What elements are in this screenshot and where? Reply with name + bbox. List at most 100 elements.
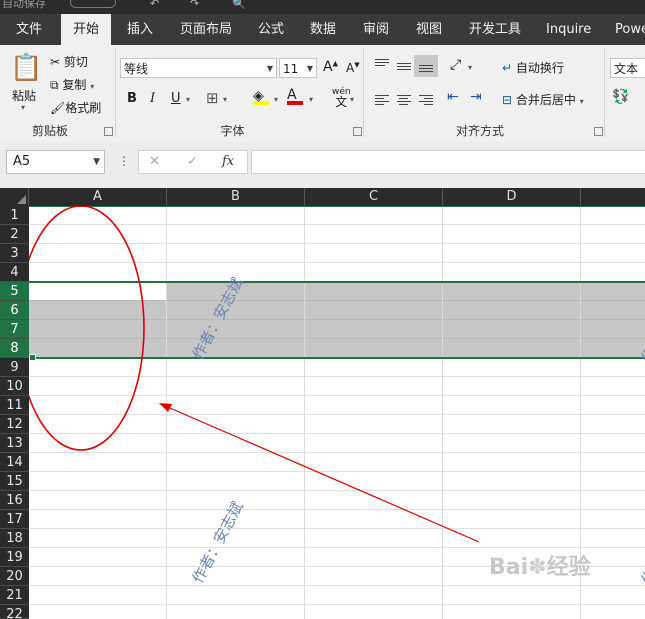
currency-icon[interactable]: 💱	[612, 89, 629, 105]
tab-formulas[interactable]: 公式	[258, 14, 284, 45]
cancel-icon[interactable]: ✕	[149, 154, 160, 169]
tab-review[interactable]: 审阅	[363, 14, 389, 45]
redo-icon[interactable]: ↷	[190, 0, 199, 10]
orientation-icon[interactable]: ⤢	[450, 57, 461, 73]
column-header-c[interactable]: C	[305, 188, 443, 206]
number-format-select[interactable]: 文本	[610, 58, 645, 78]
column-header-a[interactable]: A	[29, 188, 167, 206]
row-header-6[interactable]: 6	[0, 301, 29, 320]
font-launcher-icon[interactable]	[353, 127, 362, 136]
row-header-21[interactable]: 21	[0, 586, 29, 605]
insert-function-icon[interactable]: fx	[222, 154, 234, 169]
clipboard-group-label: 剪贴板	[31, 124, 68, 138]
select-all-corner[interactable]	[0, 188, 29, 206]
wrap-text-icon: ↵	[502, 61, 513, 75]
merge-center-button[interactable]: ⊟ 合并后居中 ▾	[502, 91, 584, 108]
row-header-12[interactable]: 12	[0, 415, 29, 434]
font-grow-button[interactable]: A▲	[323, 59, 338, 75]
row-header-18[interactable]: 18	[0, 529, 29, 548]
cell-grid[interactable]: 作者：安志斌 作者：安志斌 作者：安志斌 作者：安志斌 Bai✽经验	[29, 206, 645, 619]
phonetic-dropdown-icon[interactable]: ▾	[350, 95, 354, 104]
increase-indent-icon[interactable]: ⇥	[470, 89, 482, 105]
row-header-19[interactable]: 19	[0, 548, 29, 567]
row-header-5[interactable]: 5	[0, 282, 29, 301]
paste-icon[interactable]: 📋	[10, 53, 42, 83]
row-header-4[interactable]: 4	[0, 263, 29, 282]
align-center-icon[interactable]	[397, 93, 411, 107]
name-box[interactable]: A5 ▼	[6, 150, 105, 174]
autosave-toggle[interactable]	[70, 0, 116, 8]
font-color-button[interactable]: A	[287, 87, 303, 105]
chevron-down-icon: ▼	[266, 64, 273, 73]
print-preview-icon[interactable]: 🔍	[232, 0, 246, 10]
baidu-logo: Bai✽经验	[489, 555, 591, 580]
tab-inquire[interactable]: Inquire	[546, 14, 591, 45]
row-header-20[interactable]: 20	[0, 567, 29, 586]
font-name-select[interactable]: 等线 ▼	[120, 58, 277, 78]
alignment-launcher-icon[interactable]	[594, 127, 603, 136]
row-header-15[interactable]: 15	[0, 472, 29, 491]
column-header-e[interactable]	[581, 188, 645, 206]
caret-up-icon: ▲	[332, 59, 338, 68]
formula-input[interactable]	[251, 150, 645, 174]
red-arrow-line	[162, 404, 480, 543]
column-header-b[interactable]: B	[167, 188, 305, 206]
cut-button[interactable]: ✂ 剪切	[50, 53, 88, 70]
fill-dropdown-icon[interactable]: ▾	[274, 95, 278, 104]
fill-color-icon[interactable]: ◈	[253, 88, 269, 105]
font-color-dropdown-icon[interactable]: ▾	[309, 95, 313, 104]
tab-page-layout[interactable]: 页面布局	[180, 14, 232, 45]
underline-button[interactable]: U	[171, 91, 181, 106]
brush-icon: 🖌	[50, 101, 66, 115]
tab-insert[interactable]: 插入	[127, 14, 153, 45]
row-header-14[interactable]: 14	[0, 453, 29, 472]
row-header-17[interactable]: 17	[0, 510, 29, 529]
bold-button[interactable]: B	[127, 91, 137, 106]
paste-button[interactable]: 粘贴	[12, 87, 36, 104]
wrap-text-button[interactable]: ↵ 自动换行	[502, 59, 564, 76]
orientation-dropdown-icon[interactable]: ▾	[468, 63, 472, 72]
border-icon[interactable]: ⊞	[206, 89, 219, 107]
column-header-d[interactable]: D	[443, 188, 581, 206]
tab-power[interactable]: Powe	[615, 14, 645, 45]
paste-dropdown-icon[interactable]: ▾	[21, 103, 25, 112]
tab-data[interactable]: 数据	[310, 14, 336, 45]
italic-button[interactable]: I	[150, 91, 155, 106]
font-size-select[interactable]: 11 ▼	[279, 58, 317, 78]
tab-developer[interactable]: 开发工具	[469, 14, 521, 45]
decrease-indent-icon[interactable]: ⇤	[447, 89, 459, 105]
clipboard-launcher-icon[interactable]	[104, 127, 113, 136]
undo-icon[interactable]: ↶	[150, 0, 159, 10]
align-middle-icon[interactable]	[397, 61, 411, 72]
formula-bar-grip[interactable]: ⋮	[118, 154, 130, 168]
format-painter-button[interactable]: 🖌格式刷	[50, 99, 101, 116]
chevron-down-icon: ▾	[579, 97, 584, 106]
underline-dropdown-icon[interactable]: ▾	[186, 95, 190, 104]
row-header-2[interactable]: 2	[0, 225, 29, 244]
tab-view[interactable]: 视图	[416, 14, 442, 45]
align-left-icon[interactable]	[375, 93, 389, 107]
border-dropdown-icon[interactable]: ▾	[223, 95, 227, 104]
row-header-1[interactable]: 1	[0, 206, 29, 225]
align-top-icon[interactable]	[375, 57, 389, 68]
red-arrow-head	[159, 403, 172, 412]
row-header-16[interactable]: 16	[0, 491, 29, 510]
row-header-3[interactable]: 3	[0, 244, 29, 263]
formula-bar: A5 ▼ ⋮ ✕ ✓ fx	[0, 142, 645, 188]
align-right-icon[interactable]	[419, 93, 433, 107]
row-header-8[interactable]: 8	[0, 339, 29, 358]
align-bottom-button[interactable]	[414, 55, 438, 77]
phonetic-button[interactable]: wén 文	[332, 87, 351, 108]
enter-icon[interactable]: ✓	[187, 154, 198, 169]
row-header-22[interactable]: 22	[0, 605, 29, 619]
copy-button[interactable]: ⧉ 复制 ▾	[50, 76, 94, 93]
font-shrink-button[interactable]: A▼	[346, 61, 360, 75]
row-header-11[interactable]: 11	[0, 396, 29, 415]
tab-home[interactable]: 开始	[61, 14, 111, 45]
row-header-9[interactable]: 9	[0, 358, 29, 377]
row-header-10[interactable]: 10	[0, 377, 29, 396]
formula-buttons: ✕ ✓ fx	[138, 150, 248, 174]
row-header-13[interactable]: 13	[0, 434, 29, 453]
tab-file[interactable]: 文件	[16, 14, 42, 45]
row-header-7[interactable]: 7	[0, 320, 29, 339]
